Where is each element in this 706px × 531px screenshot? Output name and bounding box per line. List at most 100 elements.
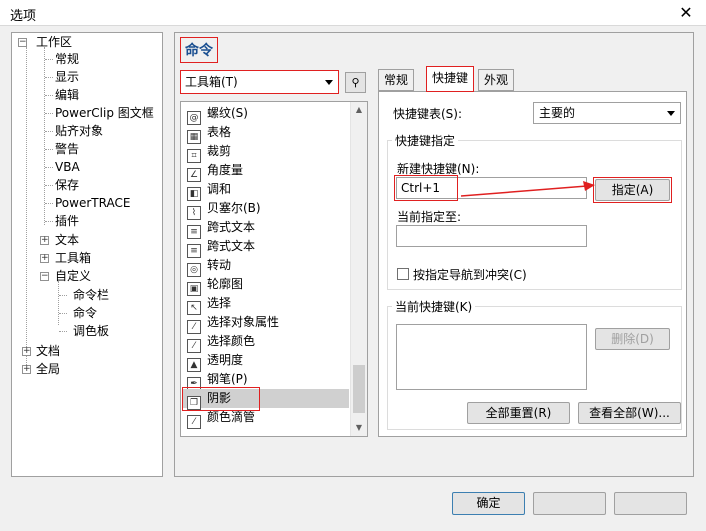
tree-guide-line xyxy=(58,281,59,325)
command-item-label: 转动 xyxy=(207,258,232,272)
chevron-down-icon xyxy=(325,80,333,85)
command-item[interactable]: ⌇ 贝塞尔(B) xyxy=(183,199,349,220)
collapse-icon[interactable]: − xyxy=(18,38,27,47)
cancel-button[interactable] xyxy=(533,492,606,515)
command-item[interactable]: ▲ 透明度 xyxy=(183,351,349,372)
annotation-arrow xyxy=(460,181,595,197)
highlight-box xyxy=(593,177,672,203)
command-item-label: 透明度 xyxy=(207,353,244,367)
current-assign-field xyxy=(396,225,587,247)
scroll-up-icon[interactable]: ▲ xyxy=(351,102,367,118)
delete-button[interactable]: 删除(D) xyxy=(595,328,670,350)
highlight-box xyxy=(394,175,458,201)
tree-item-general[interactable]: 常规 xyxy=(55,50,79,68)
tree-item-toolbox[interactable]: 工具箱 xyxy=(55,249,91,267)
page-title: 命令 xyxy=(180,37,218,63)
current-shortcuts-list[interactable] xyxy=(396,324,587,390)
command-item[interactable]: ◧ 调和 xyxy=(183,180,349,201)
tree-item-commands[interactable]: 命令 xyxy=(73,304,97,322)
command-item[interactable]: ↖ 选择 xyxy=(183,294,349,315)
tree-item-workspace[interactable]: 工作区 xyxy=(36,33,72,51)
command-item[interactable]: ⁄ 选择对象属性 xyxy=(183,313,349,334)
command-item-label: 钢笔(P) xyxy=(207,372,248,386)
binoculars-icon[interactable]: ⚲ xyxy=(345,72,366,93)
tree-item-warnings[interactable]: 警告 xyxy=(55,140,79,158)
tree-item-customize[interactable]: 自定义 xyxy=(55,267,91,285)
options-tree: − 工作区 常规 显示 编辑 PowerClip 图文框 贴齐对象 警告 VBA… xyxy=(11,32,163,477)
tree-connector xyxy=(45,77,53,78)
shortcut-table-select[interactable]: 主要的 xyxy=(533,102,681,124)
tree-connector xyxy=(45,185,53,186)
command-list[interactable]: ▲ ▼ @ 螺纹(S) ▦ 表格 ⌗ 裁剪 ∠ 角度量 ◧ 调和 ⌇ 贝塞尔(B) ≡ 跨式文本 ≡ 跨式文本… xyxy=(180,101,368,437)
tree-item-snap[interactable]: 贴齐对象 xyxy=(55,122,103,140)
scroll-down-icon[interactable]: ▼ xyxy=(351,420,367,436)
reset-all-button[interactable]: 全部重置(R) xyxy=(467,402,570,424)
command-item[interactable]: @ 螺纹(S) xyxy=(183,104,349,125)
tree-item-vba[interactable]: VBA xyxy=(55,158,80,176)
current-shortcuts-title: 当前快捷键(K) xyxy=(392,298,476,315)
tree-connector xyxy=(45,131,53,132)
ok-button[interactable]: 确定 xyxy=(452,492,525,515)
tree-connector xyxy=(45,59,53,60)
current-assign-label: 当前指定至: xyxy=(397,210,462,224)
command-item[interactable]: ◎ 转动 xyxy=(183,256,349,277)
command-item[interactable]: ⌗ 裁剪 xyxy=(183,142,349,163)
assign-group-title: 快捷键指定 xyxy=(392,132,459,149)
main-panel: 命令 工具箱(T) ⚲ ▲ ▼ @ 螺纹(S) ▦ 表格 ⌗ 裁剪 ∠ 角度量 ◧ 调和 ⌇ 贝塞尔(… xyxy=(174,32,694,477)
command-item[interactable]: ▦ 表格 xyxy=(183,123,349,144)
tab-shortcuts[interactable]: 快捷键 xyxy=(426,66,475,92)
nav-conflict-label: 按指定导航到冲突(C) xyxy=(413,268,527,282)
highlight-box xyxy=(182,387,260,411)
expand-icon[interactable]: + xyxy=(40,254,49,263)
tree-item-command-bars[interactable]: 命令栏 xyxy=(73,286,109,304)
tree-connector xyxy=(45,221,53,222)
command-item-label: 轮廓图 xyxy=(207,277,244,291)
tree-item-document[interactable]: 文档 xyxy=(36,342,60,360)
command-item[interactable]: ▣ 轮廓图 xyxy=(183,275,349,296)
command-item-label: 跨式文本 xyxy=(207,220,256,234)
command-item-label: 螺纹(S) xyxy=(207,106,248,120)
tree-connector xyxy=(45,113,53,114)
command-item[interactable]: ∠ 角度量 xyxy=(183,161,349,182)
command-list-scrollbar[interactable]: ▲ ▼ xyxy=(350,102,367,436)
expand-icon[interactable]: + xyxy=(22,365,31,374)
expand-icon[interactable]: + xyxy=(40,236,49,245)
command-item-label: 裁剪 xyxy=(207,144,232,158)
tree-item-powertrace[interactable]: PowerTRACE xyxy=(55,194,130,212)
tab-general[interactable]: 常规 xyxy=(378,69,415,91)
close-icon[interactable]: ✕ xyxy=(674,2,698,24)
command-item[interactable]: ⁄ 选择颜色 xyxy=(183,332,349,353)
category-select-value: 工具箱(T) xyxy=(185,75,238,89)
tree-connector xyxy=(45,203,53,204)
tree-connector xyxy=(45,95,53,96)
chevron-down-icon xyxy=(667,111,675,116)
tree-item-palettes[interactable]: 调色板 xyxy=(73,322,109,340)
shortcut-table-label: 快捷键表(S): xyxy=(393,107,463,121)
view-all-button[interactable]: 查看全部(W)... xyxy=(578,402,681,424)
category-select[interactable]: 工具箱(T) xyxy=(180,70,339,94)
tree-item-save[interactable]: 保存 xyxy=(55,176,79,194)
command-item-label: 选择对象属性 xyxy=(207,315,280,329)
tree-item-text[interactable]: 文本 xyxy=(55,231,79,249)
nav-conflict-checkbox[interactable] xyxy=(397,268,409,280)
tree-guide-line xyxy=(44,47,45,225)
collapse-icon[interactable]: − xyxy=(40,272,49,281)
tree-connector xyxy=(59,331,67,332)
tree-item-global[interactable]: 全局 xyxy=(36,360,60,378)
command-item[interactable]: ≡ 跨式文本 xyxy=(183,218,349,239)
help-button[interactable] xyxy=(614,492,687,515)
scroll-thumb[interactable] xyxy=(353,365,365,413)
command-item-label: 颜色滴管 xyxy=(207,410,256,424)
shortcut-table-value: 主要的 xyxy=(539,106,576,120)
tree-connector xyxy=(45,167,53,168)
window-title: 选项 xyxy=(10,9,37,24)
command-item[interactable]: ≡ 跨式文本 xyxy=(183,237,349,258)
tree-item-powerclip[interactable]: PowerClip 图文框 xyxy=(55,104,154,122)
expand-icon[interactable]: + xyxy=(22,347,31,356)
tree-item-display[interactable]: 显示 xyxy=(55,68,79,86)
tree-connector xyxy=(59,295,67,296)
tab-appearance[interactable]: 外观 xyxy=(478,69,515,91)
tree-item-edit[interactable]: 编辑 xyxy=(55,86,79,104)
tree-item-plugins[interactable]: 插件 xyxy=(55,212,79,230)
color-eyedropper-icon: ⁄ xyxy=(187,415,201,429)
